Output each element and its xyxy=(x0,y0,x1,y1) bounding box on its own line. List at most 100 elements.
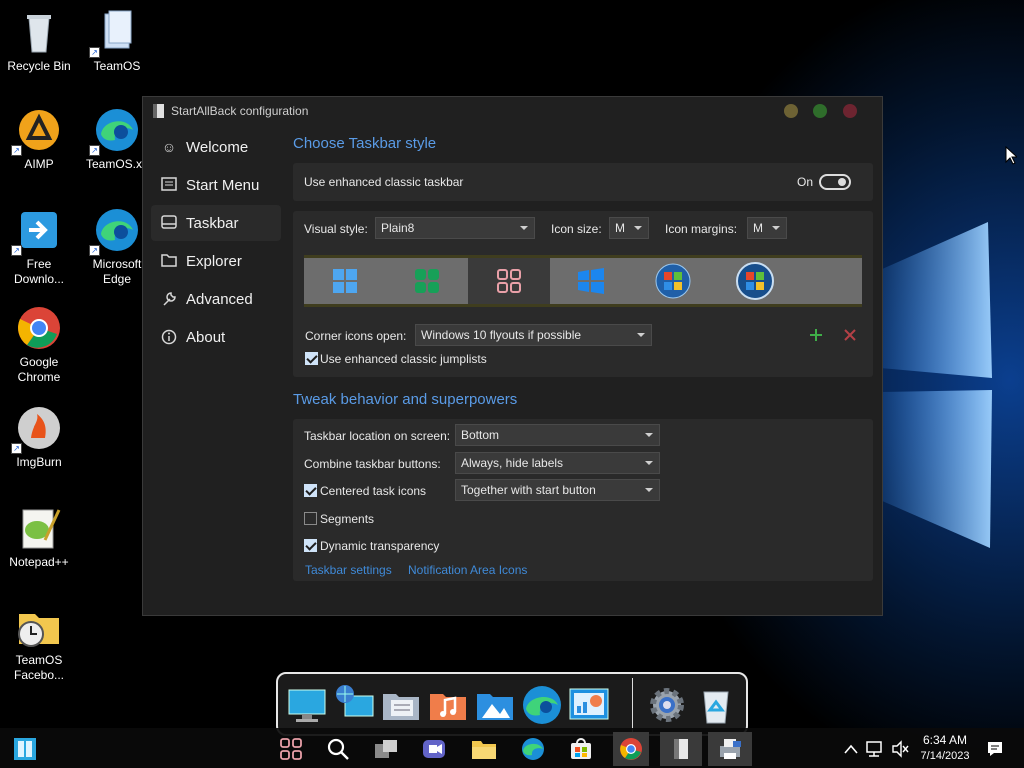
taskbar-settings-link[interactable]: Taskbar settings xyxy=(305,563,392,577)
title-bar[interactable]: StartAllBack configuration xyxy=(143,97,882,125)
taskbar-clock[interactable]: 6:34 AM 7/14/2023 xyxy=(912,732,978,764)
corner-icons-label: Corner icons open: xyxy=(305,329,407,343)
transparency-label: Dynamic transparency xyxy=(320,539,440,553)
taskbar-chrome-button[interactable] xyxy=(613,732,649,766)
desktop-icon-recycle-bin[interactable]: Recycle Bin xyxy=(0,8,78,74)
taskbar-printer-app-button[interactable] xyxy=(708,732,752,766)
nav-item-label: Explorer xyxy=(186,252,242,270)
style-option-win10-blue[interactable] xyxy=(550,258,632,304)
icon-size-label: Icon size: xyxy=(551,222,602,236)
icon-margins-select[interactable]: M xyxy=(747,217,787,239)
taskbar-search-button[interactable] xyxy=(323,734,353,764)
shortcut-arrow-icon: ↗ xyxy=(11,443,22,454)
printer-icon xyxy=(720,739,741,759)
chevron-down-icon xyxy=(645,461,653,465)
nav-item-advanced[interactable]: Advanced xyxy=(151,281,281,317)
nav-item-label: Start Menu xyxy=(186,176,260,194)
combine-buttons-select[interactable]: Always, hide labels xyxy=(455,452,660,474)
volume-tray-button[interactable] xyxy=(888,734,912,764)
settings-gear-icon[interactable] xyxy=(646,684,688,726)
close-button[interactable] xyxy=(843,104,857,118)
section-title-tweak: Tweak behavior and superpowers xyxy=(293,391,518,408)
centered-icons-select[interactable]: Together with start button xyxy=(455,479,660,501)
taskbar-startallback-button[interactable] xyxy=(660,732,702,766)
transparency-checkbox[interactable] xyxy=(304,539,317,552)
windows-8-logo-icon xyxy=(415,269,439,293)
desktop-icon-imgburn[interactable]: ↗ ImgBurn xyxy=(0,404,78,470)
desktop-icon-google-chrome[interactable]: Google Chrome xyxy=(0,304,78,385)
notifications-button[interactable] xyxy=(982,734,1008,764)
taskbar-start-menu-button[interactable] xyxy=(276,734,306,764)
desktop-icon-aimp[interactable]: ↗ AIMP xyxy=(0,106,78,172)
network-icon[interactable] xyxy=(333,684,375,726)
segments-label: Segments xyxy=(320,512,375,526)
music-folder-icon[interactable] xyxy=(427,684,469,726)
taskbar-location-label: Taskbar location on screen: xyxy=(304,429,451,443)
enhanced-taskbar-panel: Use enhanced classic taskbar On xyxy=(293,163,873,201)
clock-date: 7/14/2023 xyxy=(920,750,970,762)
system-monitor-icon[interactable] xyxy=(568,684,610,726)
start-button[interactable] xyxy=(10,734,40,764)
windows-7-orb-icon xyxy=(655,263,691,299)
notification-area-icons-link[interactable]: Notification Area Icons xyxy=(408,563,527,577)
desktop-icon-teamos-facebook[interactable]: TeamOS Facebo... xyxy=(0,602,78,683)
taskbar-task-view-button[interactable] xyxy=(371,734,401,764)
corner-icons-select[interactable]: Windows 10 flyouts if possible xyxy=(415,324,652,346)
documents-folder-icon[interactable] xyxy=(380,684,422,726)
taskbar: 6:34 AM 7/14/2023 xyxy=(0,728,1024,768)
taskbar-icon xyxy=(161,215,177,231)
add-icon[interactable] xyxy=(809,328,823,342)
style-option-outline-pink[interactable] xyxy=(468,258,550,304)
taskbar-location-select[interactable]: Bottom xyxy=(455,424,660,446)
icon-margins-label: Icon margins: xyxy=(665,222,738,236)
nav-item-explorer[interactable]: Explorer xyxy=(151,243,281,279)
nav-item-start-menu[interactable]: Start Menu xyxy=(151,167,281,203)
taskbar-store-button[interactable] xyxy=(566,734,596,764)
chevron-down-icon xyxy=(637,333,645,337)
remove-icon[interactable] xyxy=(843,328,857,342)
window-title: StartAllBack configuration xyxy=(171,104,309,118)
combine-buttons-label: Combine taskbar buttons: xyxy=(304,457,441,471)
nav-item-taskbar[interactable]: Taskbar xyxy=(151,205,281,241)
taskbar-file-explorer-button[interactable] xyxy=(469,734,499,764)
chevron-down-icon xyxy=(645,488,653,492)
microsoft-store-icon xyxy=(571,738,591,759)
windows-10-logo-icon xyxy=(578,268,604,294)
enhanced-taskbar-toggle[interactable] xyxy=(819,174,851,190)
style-option-win7-orb[interactable] xyxy=(632,258,714,304)
style-option-win11-blue[interactable] xyxy=(304,258,386,304)
taskbar-teams-button[interactable] xyxy=(419,734,449,764)
icon-size-select[interactable]: M xyxy=(609,217,649,239)
visual-style-select[interactable]: Plain8 xyxy=(375,217,535,239)
edge-icon xyxy=(522,738,544,760)
desktop-icon-notepadpp[interactable]: Notepad++ xyxy=(0,504,78,570)
shortcut-arrow-icon: ↗ xyxy=(11,145,22,156)
centered-icons-checkbox[interactable] xyxy=(304,484,317,497)
nav-item-about[interactable]: About xyxy=(151,319,281,355)
computer-icon[interactable] xyxy=(286,684,328,726)
style-option-win8-green[interactable] xyxy=(386,258,468,304)
desktop-icon-teamos[interactable]: ↗ TeamOS xyxy=(78,8,156,74)
section-title-taskbar-style: Choose Taskbar style xyxy=(293,135,437,152)
nav-item-welcome[interactable]: ☺ Welcome xyxy=(151,129,281,165)
pictures-folder-icon[interactable] xyxy=(474,684,516,726)
windows-vista-orb-icon xyxy=(736,262,774,300)
style-option-vista-orb[interactable] xyxy=(714,258,796,304)
maximize-button[interactable] xyxy=(813,104,827,118)
minimize-button[interactable] xyxy=(784,104,798,118)
file-explorer-icon xyxy=(472,741,496,759)
folder-icon: ↗ xyxy=(89,8,141,58)
settings-navigation: ☺ Welcome Start Menu Taskbar Explorer Ad… xyxy=(151,129,281,357)
toggle-state-label: On xyxy=(797,175,814,189)
network-tray-button[interactable] xyxy=(862,734,888,764)
taskbar-edge-button[interactable] xyxy=(518,734,548,764)
centered-icons-label: Centered task icons xyxy=(320,484,427,498)
windows-11-logo-icon xyxy=(333,269,357,293)
recycle-bin-icon[interactable] xyxy=(695,684,737,726)
edge-icon[interactable] xyxy=(521,684,563,726)
jumplists-checkbox[interactable] xyxy=(305,352,318,365)
segments-checkbox[interactable] xyxy=(304,512,317,525)
nav-item-label: Advanced xyxy=(186,290,253,308)
show-hidden-icons-button[interactable] xyxy=(840,734,862,764)
desktop-icon-free-download-manager[interactable]: ↗ Free Downlo... xyxy=(0,206,78,287)
